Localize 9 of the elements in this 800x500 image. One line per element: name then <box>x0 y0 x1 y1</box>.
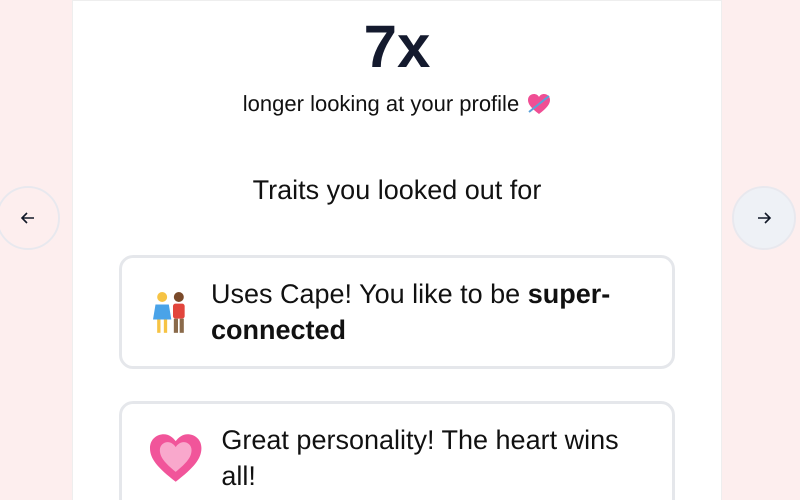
trait-text: Uses Cape! You like to be super-connected <box>210 278 612 346</box>
heart-with-arrow-icon <box>527 92 552 114</box>
heart-icon <box>148 432 204 484</box>
stat-value: 7x <box>364 15 430 79</box>
stat-caption: longer looking at your profile <box>242 90 520 118</box>
right-arrow-icon <box>756 210 772 226</box>
trait-text: Great personality! The heart wins all! <box>221 424 620 492</box>
left-arrow-icon <box>20 210 36 226</box>
section-title: Traits you looked out for <box>252 174 542 207</box>
